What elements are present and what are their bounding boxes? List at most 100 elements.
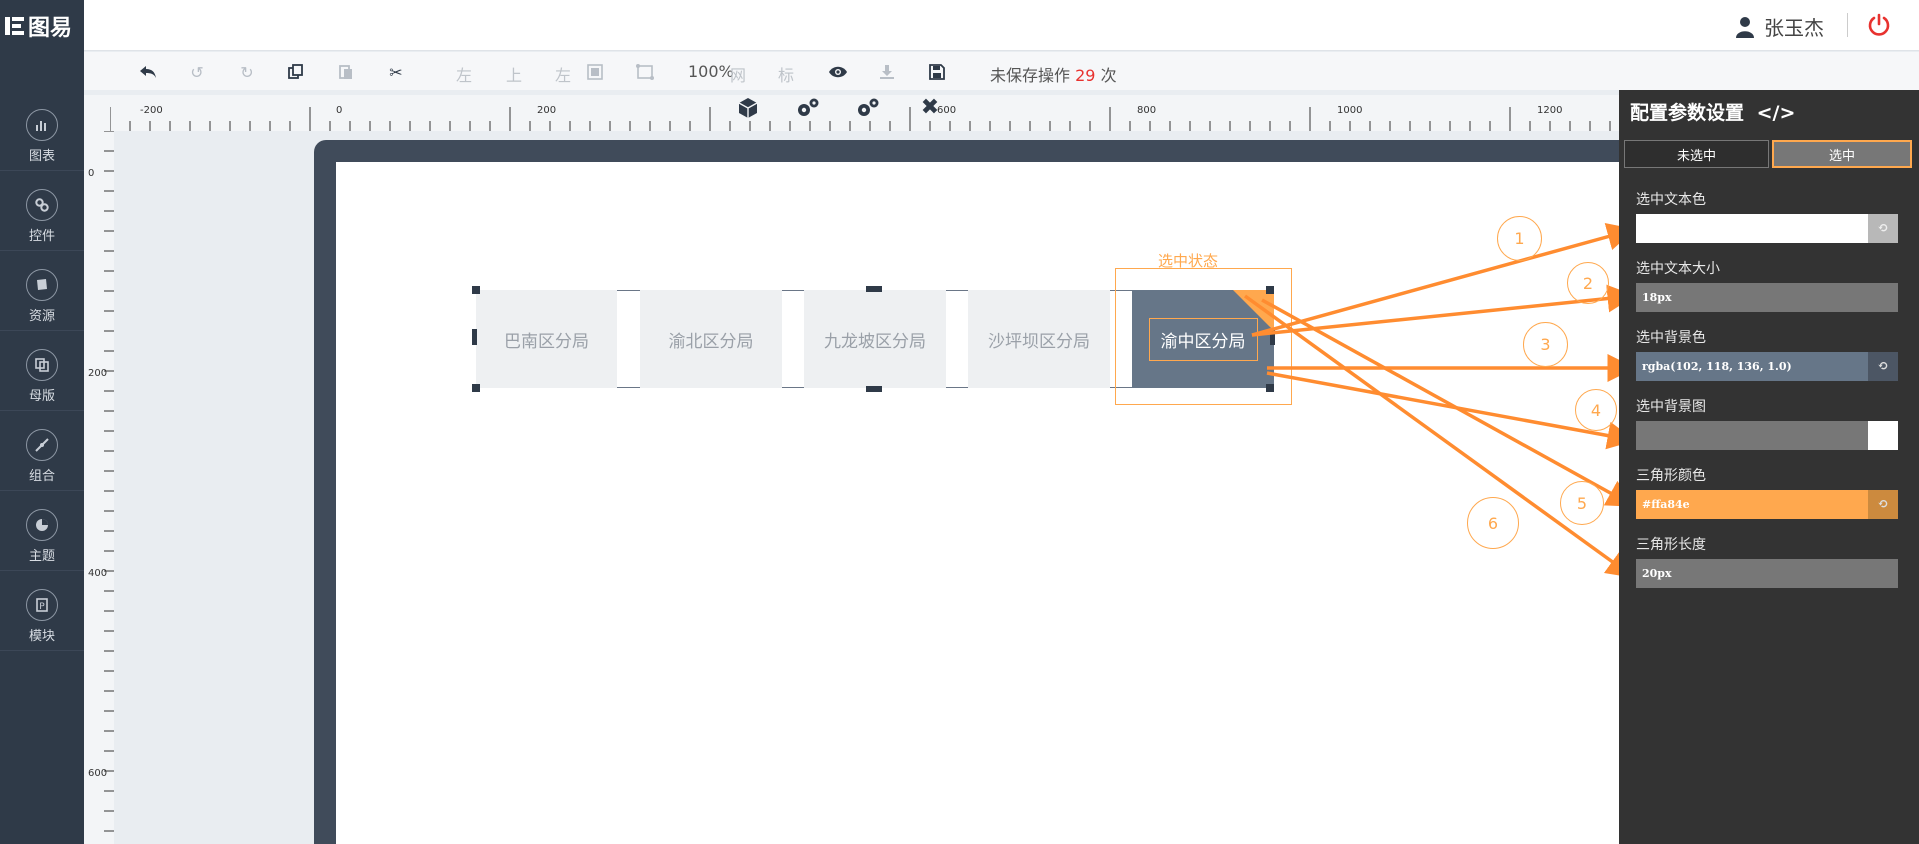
state-box (1115, 268, 1292, 405)
app-logo[interactable]: 图易 (0, 0, 84, 51)
resize-handle[interactable] (866, 286, 882, 292)
mark-toggle[interactable]: 标 (778, 62, 794, 86)
config-panel: 配置参数设置 </> 未选中 选中 选中文本色 ⟲ 选中文本大小 18px 选中… (1619, 90, 1919, 844)
grid-toggle[interactable]: 网 (730, 62, 746, 86)
link-icon (26, 189, 58, 221)
code-icon[interactable]: </> (1757, 102, 1796, 124)
gears-settings-icon[interactable] (855, 95, 881, 121)
align-left-button[interactable]: 左 (456, 62, 472, 86)
vertical-ruler: 0 200 400 600 (84, 131, 114, 844)
logo-text: 图易 (28, 15, 73, 41)
user-menu[interactable]: 张玉杰 (1735, 12, 1824, 41)
annotation-1: 1 (1497, 216, 1542, 261)
zoom-level[interactable]: 100% (688, 62, 734, 81)
ruler-v-label: 600 (88, 768, 107, 779)
field-label: 选中文本大小 (1636, 261, 1720, 277)
ruler-h-label: 200 (537, 105, 556, 116)
image-swatch[interactable] (1868, 421, 1898, 450)
design-canvas[interactable] (336, 162, 1626, 844)
bg-image-input[interactable] (1636, 421, 1898, 450)
save-icon[interactable] (926, 61, 948, 83)
text-size-value: 18px (1642, 291, 1672, 304)
panel-title-text: 配置参数设置 (1630, 102, 1745, 124)
tab-selected-state[interactable]: 选中 (1772, 140, 1912, 168)
unsaved-suffix: 次 (1100, 66, 1117, 85)
ruler-v-label: 400 (88, 568, 107, 579)
sidebar-item-modules[interactable]: P 模块 (0, 571, 84, 651)
tab-yubei[interactable]: 渝北区分局 (640, 290, 782, 388)
field-label: 选中文本色 (1636, 192, 1706, 208)
sidebar-item-charts[interactable]: 图表 (0, 91, 84, 171)
annotation-3: 3 (1523, 322, 1568, 367)
field-label: 三角形颜色 (1636, 468, 1706, 484)
book-icon (26, 269, 58, 301)
ruler-h-label: 1000 (1337, 105, 1362, 116)
triangle-color-input[interactable]: #ffa84e ⟲ (1636, 490, 1898, 519)
align-top-button[interactable]: 上 (506, 62, 522, 86)
rotate-left-icon[interactable]: ↺ (186, 61, 208, 83)
annotation-5: 5 (1560, 481, 1604, 525)
bg-color-value: rgba(102, 118, 136, 1.0) (1642, 360, 1792, 373)
triangle-length-input[interactable]: 20px (1636, 559, 1898, 588)
ruler-v-label: 200 (88, 368, 107, 379)
field-label: 选中背景图 (1636, 399, 1706, 415)
tab-shapingba[interactable]: 沙坪坝区分局 (968, 290, 1110, 388)
resize-handle[interactable] (472, 329, 477, 345)
tab-banan[interactable]: 巴南区分局 (476, 290, 617, 388)
panel-title: 配置参数设置 </> (1630, 98, 1795, 125)
reset-icon[interactable]: ⟲ (1868, 352, 1898, 381)
tab-label: 巴南区分局 (504, 331, 589, 352)
text-color-input[interactable]: ⟲ (1636, 214, 1898, 243)
preview-eye-icon[interactable] (827, 61, 849, 83)
sidebar-item-themes[interactable]: 主题 (0, 491, 84, 571)
sidebar-item-label: 控件 (28, 229, 55, 244)
undo-icon[interactable] (137, 61, 159, 83)
annotation-6: 6 (1467, 497, 1519, 549)
svg-text:P: P (39, 602, 45, 612)
fit-frame-icon[interactable] (584, 61, 606, 83)
ruler-h-label: -200 (140, 105, 163, 116)
tab-jiulongpo[interactable]: 九龙坡区分局 (804, 290, 946, 388)
logo-mark-icon (5, 16, 24, 35)
resize-handle[interactable] (472, 384, 480, 392)
resize-frame-icon[interactable] (634, 61, 656, 83)
bg-color-input[interactable]: rgba(102, 118, 136, 1.0) ⟲ (1636, 352, 1898, 381)
header-divider (1847, 13, 1848, 37)
chart-icon (26, 109, 58, 141)
ruler-corner (84, 95, 110, 131)
rotate-right-icon[interactable]: ↻ (236, 61, 258, 83)
text-size-input[interactable]: 18px (1636, 283, 1898, 312)
sidebar-item-masters[interactable]: 母版 (0, 331, 84, 411)
field-label: 选中背景色 (1636, 330, 1706, 346)
cut-icon[interactable]: ✂ (385, 61, 407, 83)
unsaved-ops-status: 未保存操作 29 次 (990, 62, 1117, 86)
power-icon[interactable] (1867, 13, 1891, 37)
paste-icon[interactable] (335, 61, 357, 83)
tab-label: 沙坪坝区分局 (988, 331, 1090, 352)
user-icon (1736, 16, 1754, 38)
unsaved-prefix: 未保存操作 (990, 66, 1071, 85)
reset-icon[interactable]: ⟲ (1868, 490, 1898, 519)
sidebar-item-resources[interactable]: 资源 (0, 251, 84, 331)
sidebar-item-controls[interactable]: 控件 (0, 171, 84, 251)
module-icon: P (26, 589, 58, 621)
close-icon[interactable]: ✖ (918, 95, 942, 120)
tab-unselected-state[interactable]: 未选中 (1624, 140, 1769, 168)
unsaved-count: 29 (1075, 66, 1096, 85)
sidebar-item-label: 图表 (28, 149, 55, 164)
reset-icon[interactable]: ⟲ (1868, 214, 1898, 243)
sidebar-item-groups[interactable]: 组合 (0, 411, 84, 491)
gears-icon[interactable] (795, 95, 821, 121)
annotation-4: 4 (1575, 389, 1617, 431)
field-label: 三角形长度 (1636, 537, 1706, 553)
sidebar-item-label: 母版 (28, 389, 55, 404)
copy-icon[interactable] (285, 61, 307, 83)
sidebar-item-label: 主题 (28, 549, 55, 564)
download-icon[interactable] (876, 61, 898, 83)
compress-icon (26, 429, 58, 461)
sidebar-item-label: 资源 (28, 309, 55, 324)
resize-handle[interactable] (472, 286, 480, 294)
cube-icon[interactable] (735, 95, 761, 121)
resize-handle[interactable] (866, 386, 882, 392)
align-left2-button[interactable]: 左 (555, 62, 571, 86)
